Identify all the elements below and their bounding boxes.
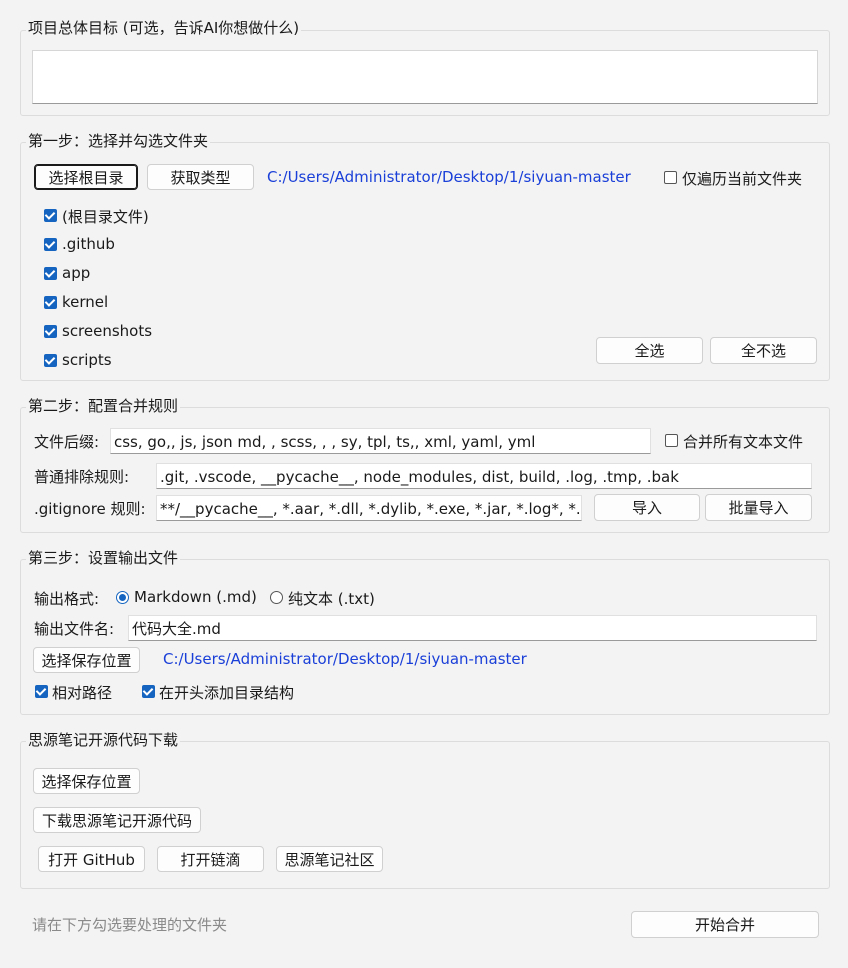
folder-checkbox-scripts[interactable] <box>44 354 57 367</box>
output-choose-save-button[interactable]: 选择保存位置 <box>33 647 140 673</box>
format-text-radio[interactable] <box>270 591 283 604</box>
filename-label: 输出文件名: <box>34 620 115 638</box>
folder-checkbox-kernel[interactable] <box>44 296 57 309</box>
download-choose-save-button[interactable]: 选择保存位置 <box>33 768 140 794</box>
step2-legend: 第二步：配置合并规则 <box>26 396 181 416</box>
download-source-button[interactable]: 下载思源笔记开源代码 <box>33 807 201 833</box>
batch-import-button[interactable]: 批量导入 <box>705 494 812 521</box>
folder-label-github[interactable]: .github <box>62 235 115 253</box>
add-toc-label[interactable]: 在开头添加目录结构 <box>159 682 294 703</box>
relative-path-checkbox[interactable] <box>35 685 48 698</box>
gitignore-label: .gitignore 规则: <box>34 500 146 518</box>
suffix-label: 文件后缀: <box>34 433 100 451</box>
folder-checkbox-github[interactable] <box>44 238 57 251</box>
gitignore-input[interactable]: **/__pycache__, *.aar, *.dll, *.dylib, *… <box>156 495 582 521</box>
select-none-button[interactable]: 全不选 <box>710 337 817 364</box>
save-path-label: C:/Users/Administrator/Desktop/1/siyuan-… <box>163 650 527 668</box>
format-markdown-radio[interactable] <box>116 591 129 604</box>
suffix-input[interactable]: css, go,, js, json md, , scss, , , sy, t… <box>110 428 651 454</box>
format-label: 输出格式: <box>34 590 100 608</box>
filename-input[interactable]: 代码大全.md <box>128 615 817 641</box>
folder-label-screenshots[interactable]: screenshots <box>62 322 152 340</box>
status-text: 请在下方勾选要处理的文件夹 <box>32 916 228 934</box>
merge-all-checkbox[interactable] <box>665 434 678 447</box>
format-text-label[interactable]: 纯文本 (.txt) <box>288 588 375 609</box>
download-legend: 思源笔记开源代码下载 <box>26 730 181 750</box>
choose-root-button[interactable]: 选择根目录 <box>34 164 138 190</box>
get-types-button[interactable]: 获取类型 <box>147 164 254 190</box>
root-path-label: C:/Users/Administrator/Desktop/1/siyuan-… <box>267 168 631 186</box>
relative-path-label[interactable]: 相对路径 <box>52 682 112 703</box>
open-github-button[interactable]: 打开 GitHub <box>38 846 145 872</box>
folder-checkbox-root-files[interactable] <box>44 209 57 222</box>
folder-label-app[interactable]: app <box>62 264 90 282</box>
folder-label-root-files[interactable]: (根目录文件) <box>62 206 149 227</box>
step3-legend: 第三步：设置输出文件 <box>26 548 181 568</box>
start-merge-button[interactable]: 开始合并 <box>631 911 819 938</box>
step1-legend: 第一步：选择并勾选文件夹 <box>26 131 211 151</box>
community-button[interactable]: 思源笔记社区 <box>276 846 383 872</box>
goal-legend: 项目总体目标 (可选，告诉AI你想做什么) <box>26 18 302 38</box>
folder-label-kernel[interactable]: kernel <box>62 293 108 311</box>
select-all-button[interactable]: 全选 <box>596 337 703 364</box>
import-button[interactable]: 导入 <box>594 494 700 521</box>
exclude-label: 普通排除规则: <box>34 468 130 486</box>
only-current-label[interactable]: 仅遍历当前文件夹 <box>682 168 802 189</box>
open-liandi-button[interactable]: 打开链滴 <box>157 846 264 872</box>
folder-checkbox-screenshots[interactable] <box>44 325 57 338</box>
format-markdown-label[interactable]: Markdown (.md) <box>134 588 257 606</box>
exclude-input[interactable]: .git, .vscode, __pycache__, node_modules… <box>156 463 812 489</box>
add-toc-checkbox[interactable] <box>142 685 155 698</box>
folder-label-scripts[interactable]: scripts <box>62 351 112 369</box>
folder-checkbox-app[interactable] <box>44 267 57 280</box>
only-current-checkbox[interactable] <box>664 171 677 184</box>
goal-textarea[interactable] <box>32 50 818 104</box>
merge-all-label[interactable]: 合并所有文本文件 <box>683 431 803 452</box>
